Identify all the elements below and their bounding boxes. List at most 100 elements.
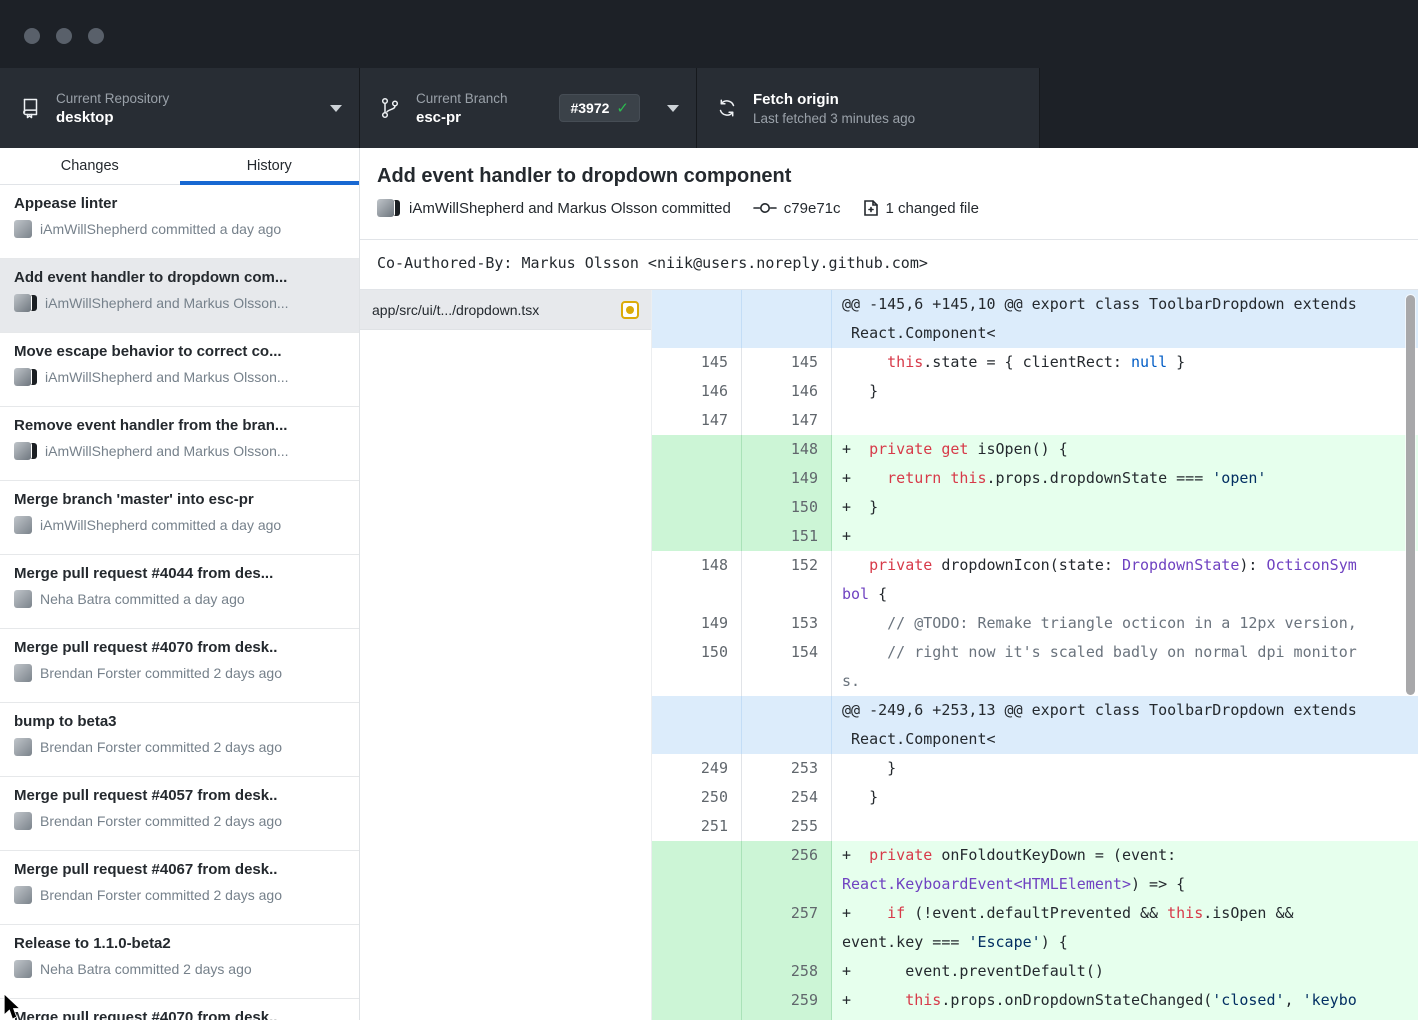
commit-list-item[interactable]: Remove event handler from the bran...iAm… xyxy=(0,407,359,481)
commit-meta: Brendan Forster committed 2 days ago xyxy=(14,886,345,904)
commit-meta-text: iAmWillShepherd committed a day ago xyxy=(40,517,281,533)
commit-meta-text: iAmWillShepherd and Markus Olsson... xyxy=(45,369,289,385)
avatar xyxy=(14,738,32,756)
pr-badge: #3972 ✓ xyxy=(559,94,640,122)
old-line-number xyxy=(652,493,742,522)
file-list: app/src/ui/t.../dropdown.tsx xyxy=(360,290,652,1020)
new-line-number: 148 xyxy=(742,435,832,464)
commit-meta-text: Brendan Forster committed 2 days ago xyxy=(40,887,282,903)
diff-code: // @TODO: Remake triangle octicon in a 1… xyxy=(832,609,1418,638)
diff-row: 149+ return this.props.dropdownState ===… xyxy=(652,464,1418,493)
commit-list-item[interactable]: Merge branch 'master' into esc-pr iAmWill… xyxy=(0,481,359,555)
commit-meta: Brendan Forster committed 2 days ago xyxy=(14,812,345,830)
branch-picker-button[interactable]: Current Branch esc-pr #3972 ✓ xyxy=(360,68,697,148)
old-line-number xyxy=(652,986,742,1020)
check-icon: ✓ xyxy=(616,99,629,117)
avatar xyxy=(14,590,32,608)
chevron-down-icon xyxy=(667,105,679,112)
avatar xyxy=(14,294,37,312)
traffic-light-zoom[interactable] xyxy=(88,28,104,44)
avatar xyxy=(14,886,32,904)
diff-row: 258+ event.preventDefault() xyxy=(652,957,1418,986)
new-line-number: 151 xyxy=(742,522,832,551)
commit-meta-row: iAmWillShepherd and Markus Olsson commit… xyxy=(377,199,1401,217)
diff-row: 249253 } xyxy=(652,754,1418,783)
commit-meta-text: iAmWillShepherd and Markus Olsson... xyxy=(45,295,289,311)
commit-meta: iAmWillShepherd and Markus Olsson... xyxy=(14,368,345,386)
new-line-number: 152 xyxy=(742,551,832,609)
commit-meta: iAmWillShepherd committed a day ago xyxy=(14,516,345,534)
mouse-cursor xyxy=(0,994,24,1020)
commit-list-item[interactable]: Merge pull request #4070 from desk..Bren… xyxy=(0,629,359,703)
commit-meta: Brendan Forster committed 2 days ago xyxy=(14,664,345,682)
diff-code: @@ -145,6 +145,10 @@ export class Toolba… xyxy=(832,290,1418,348)
diff-code: // right now it's scaled badly on normal… xyxy=(832,638,1418,696)
diff-row: 148+ private get isOpen() { xyxy=(652,435,1418,464)
sync-icon xyxy=(715,96,739,120)
toolbar-empty-area xyxy=(1040,68,1418,148)
branch-name: esc-pr xyxy=(416,109,508,126)
old-line-number xyxy=(652,696,742,754)
commit-title: Merge pull request #4057 from desk.. xyxy=(14,787,345,804)
commit-meta: iAmWillShepherd and Markus Olsson... xyxy=(14,294,345,312)
commit-meta: Neha Batra committed a day ago xyxy=(14,590,345,608)
traffic-light-close[interactable] xyxy=(24,28,40,44)
new-line-number: 257 xyxy=(742,899,832,957)
commit-description: Co-Authored-By: Markus Olsson <niik@user… xyxy=(360,240,1418,290)
new-line-number: 254 xyxy=(742,783,832,812)
git-branch-icon xyxy=(378,96,402,120)
old-line-number xyxy=(652,841,742,899)
toolbar: Current Repository desktop Current Branc… xyxy=(0,68,1418,148)
traffic-light-minimize[interactable] xyxy=(56,28,72,44)
diff-row: 150154 // right now it's scaled badly on… xyxy=(652,638,1418,696)
old-line-number xyxy=(652,435,742,464)
diff-row: @@ -145,6 +145,10 @@ export class Toolba… xyxy=(652,290,1418,348)
git-commit-icon xyxy=(753,200,777,216)
fetch-title: Fetch origin xyxy=(753,91,915,108)
commit-list-item[interactable]: Merge pull request #4067 from desk..Bren… xyxy=(0,851,359,925)
old-line-number xyxy=(652,899,742,957)
commit-meta-text: iAmWillShepherd and Markus Olsson... xyxy=(45,443,289,459)
diff-code xyxy=(832,812,1418,841)
commit-title: bump to beta3 xyxy=(14,713,345,730)
diff-row: 148152 private dropdownIcon(state: Dropd… xyxy=(652,551,1418,609)
book-icon xyxy=(18,96,42,120)
tab-changes[interactable]: Changes xyxy=(0,148,180,184)
repository-picker-button[interactable]: Current Repository desktop xyxy=(0,68,360,148)
diff-code xyxy=(832,406,1418,435)
commit-list-item[interactable]: Merge pull request #4070 from desk..Bren… xyxy=(0,999,359,1020)
commit-page-title: Add event handler to dropdown component xyxy=(377,163,1401,189)
old-line-number xyxy=(652,464,742,493)
diff-row: 150+ } xyxy=(652,493,1418,522)
old-line-number: 249 xyxy=(652,754,742,783)
commit-list-item[interactable]: bump to beta3 Brendan Forster committed 2… xyxy=(0,703,359,777)
diff-code: } xyxy=(832,783,1418,812)
diff-code: + } xyxy=(832,493,1418,522)
old-line-number: 150 xyxy=(652,638,742,696)
fetch-origin-button[interactable]: Fetch origin Last fetched 3 minutes ago xyxy=(697,68,1040,148)
commit-meta: Brendan Forster committed 2 days ago xyxy=(14,738,345,756)
diff-scrollbar-thumb[interactable] xyxy=(1406,295,1415,695)
old-line-number: 146 xyxy=(652,377,742,406)
commit-list-item[interactable]: Add event handler to dropdown com...iAmW… xyxy=(0,259,359,333)
commit-list-item[interactable]: Release to 1.1.0-beta2Neha Batra committ… xyxy=(0,925,359,999)
diff-code: this.state = { clientRect: null } xyxy=(832,348,1418,377)
old-line-number: 145 xyxy=(652,348,742,377)
commit-list-item[interactable]: Appease linteriAmWillShepherd committed … xyxy=(0,185,359,259)
commit-title: Merge branch 'master' into esc-pr xyxy=(14,491,345,508)
commit-list-item[interactable]: Merge pull request #4044 from des...Neha… xyxy=(0,555,359,629)
commit-meta-text: Brendan Forster committed 2 days ago xyxy=(40,813,282,829)
new-line-number xyxy=(742,696,832,754)
avatar xyxy=(14,516,32,534)
commit-list-item[interactable]: Merge pull request #4057 from desk.. Bren… xyxy=(0,777,359,851)
commit-title: Appease linter xyxy=(14,195,345,212)
commit-title: Merge pull request #4070 from desk.. xyxy=(14,1009,345,1020)
new-line-number: 153 xyxy=(742,609,832,638)
diff-code: } xyxy=(832,377,1418,406)
avatar xyxy=(14,664,32,682)
commit-list-item[interactable]: Move escape behavior to correct co...iAm… xyxy=(0,333,359,407)
file-diff-icon xyxy=(863,200,879,216)
tab-history[interactable]: History xyxy=(180,148,360,184)
diff-code: + private get isOpen() { xyxy=(832,435,1418,464)
file-list-item[interactable]: app/src/ui/t.../dropdown.tsx xyxy=(360,290,651,330)
